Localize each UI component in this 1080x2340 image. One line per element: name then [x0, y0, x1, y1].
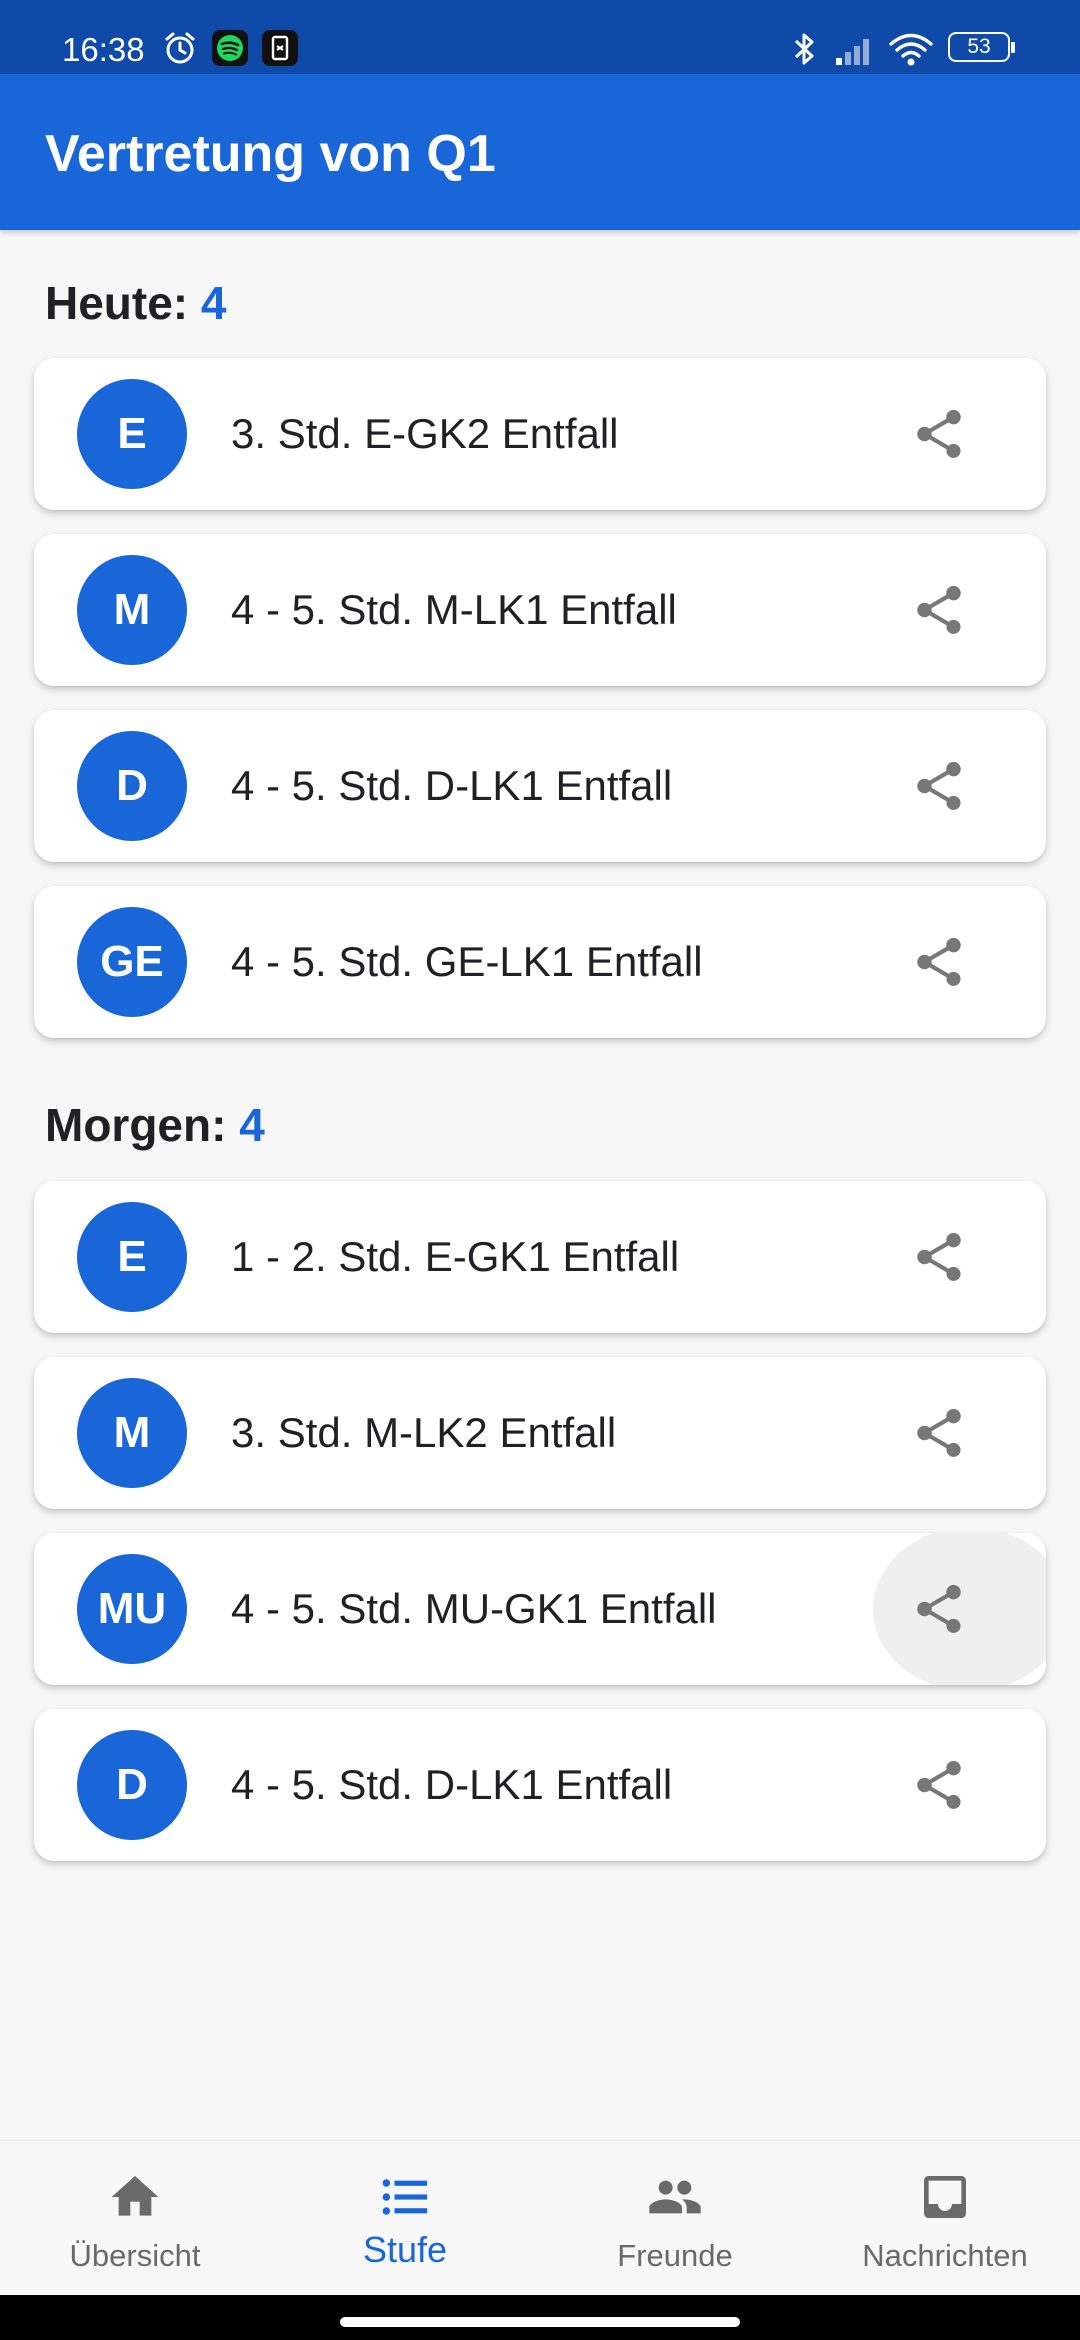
section-label: Morgen:: [45, 1099, 227, 1151]
nav-label: Nachrichten: [862, 2238, 1028, 2273]
share-button[interactable]: [842, 710, 1036, 862]
list-item[interactable]: M 4 - 5. Std. M-LK1 Entfall: [34, 534, 1046, 686]
subject-avatar: D: [77, 731, 187, 841]
share-icon: [917, 937, 961, 986]
subject-avatar: E: [77, 379, 187, 489]
nav-label: Freunde: [617, 2238, 733, 2273]
share-icon: [917, 1584, 961, 1633]
list-item-text: 4 - 5. Std. D-LK1 Entfall: [231, 1761, 673, 1808]
nav-item-nachrichten[interactable]: Nachrichten: [810, 2141, 1080, 2296]
status-time: 16:38: [62, 31, 145, 68]
share-button[interactable]: [842, 358, 1036, 510]
app-bar: Vertretung von Q1: [0, 74, 1080, 230]
nav-item-freunde[interactable]: Freunde: [540, 2141, 810, 2296]
list-item-text: 4 - 5. Std. D-LK1 Entfall: [231, 762, 673, 809]
section-header-heute: Heute: 4: [45, 275, 227, 331]
section-header-morgen: Morgen: 4: [45, 1097, 265, 1153]
section-label: Heute:: [45, 277, 189, 329]
list-item[interactable]: M 3. Std. M-LK2 Entfall: [34, 1357, 1046, 1509]
status-bar: 16:38 53: [0, 0, 1080, 74]
list-item[interactable]: D 4 - 5. Std. D-LK1 Entfall: [34, 1709, 1046, 1861]
gesture-handle[interactable]: [340, 2317, 740, 2327]
list-item[interactable]: E 3. Std. E-GK2 Entfall: [34, 358, 1046, 510]
share-icon: [917, 1760, 961, 1809]
list-item[interactable]: MU 4 - 5. Std. MU-GK1 Entfall: [34, 1533, 1046, 1685]
share-button[interactable]: [842, 886, 1036, 1038]
list-item-text: 3. Std. M-LK2 Entfall: [231, 1409, 617, 1456]
home-icon: [111, 2176, 159, 2216]
list-item-text: 4 - 5. Std. GE-LK1 Entfall: [231, 938, 703, 985]
section-count: 4: [200, 277, 227, 329]
people-icon: [649, 2180, 701, 2214]
list-item-text: 1 - 2. Std. E-GK1 Entfall: [231, 1233, 680, 1280]
nav-item-stufe[interactable]: Stufe: [270, 2141, 540, 2296]
system-navigation-bar: [0, 2295, 1080, 2340]
wifi-icon: [889, 33, 933, 66]
subject-avatar: M: [77, 555, 187, 665]
share-icon: [917, 761, 961, 810]
battery-icon: 53: [948, 32, 1016, 64]
share-button[interactable]: [842, 1533, 1036, 1685]
battery-level: 53: [967, 35, 991, 58]
share-icon: [917, 1408, 961, 1457]
alarm-icon: [165, 32, 195, 64]
signal-icon: [836, 39, 869, 65]
subject-avatar: M: [77, 1378, 187, 1488]
section-count: 4: [239, 1099, 265, 1151]
list-item-text: 3. Std. E-GK2 Entfall: [231, 410, 619, 457]
app-notification-icon: [262, 30, 298, 66]
bottom-nav: Übersicht Stufe Freunde Nachrichten: [0, 2140, 1080, 2296]
share-icon: [917, 585, 961, 634]
share-icon: [917, 1232, 961, 1281]
share-button[interactable]: [842, 534, 1036, 686]
inbox-icon: [924, 2176, 966, 2218]
share-button[interactable]: [842, 1357, 1036, 1509]
list-icon: [382, 2179, 428, 2215]
subject-avatar: D: [77, 1730, 187, 1840]
subject-avatar: GE: [77, 907, 187, 1017]
list-item-text: 4 - 5. Std. M-LK1 Entfall: [231, 586, 677, 633]
share-button[interactable]: [842, 1709, 1036, 1861]
list-item[interactable]: GE 4 - 5. Std. GE-LK1 Entfall: [34, 886, 1046, 1038]
list-item[interactable]: D 4 - 5. Std. D-LK1 Entfall: [34, 710, 1046, 862]
list-item[interactable]: E 1 - 2. Std. E-GK1 Entfall: [34, 1181, 1046, 1333]
nav-label: Stufe: [362, 2229, 448, 2270]
share-button[interactable]: [842, 1181, 1036, 1333]
nav-item-uebersicht[interactable]: Übersicht: [0, 2141, 270, 2296]
page-title: Vertretung von Q1: [45, 125, 496, 183]
nav-label: Übersicht: [69, 2238, 201, 2273]
bluetooth-icon: [794, 33, 814, 65]
share-icon: [917, 409, 961, 458]
subject-avatar: MU: [77, 1554, 187, 1664]
subject-avatar: E: [77, 1202, 187, 1312]
spotify-icon: [212, 30, 248, 66]
list-item-text: 4 - 5. Std. MU-GK1 Entfall: [231, 1585, 717, 1632]
